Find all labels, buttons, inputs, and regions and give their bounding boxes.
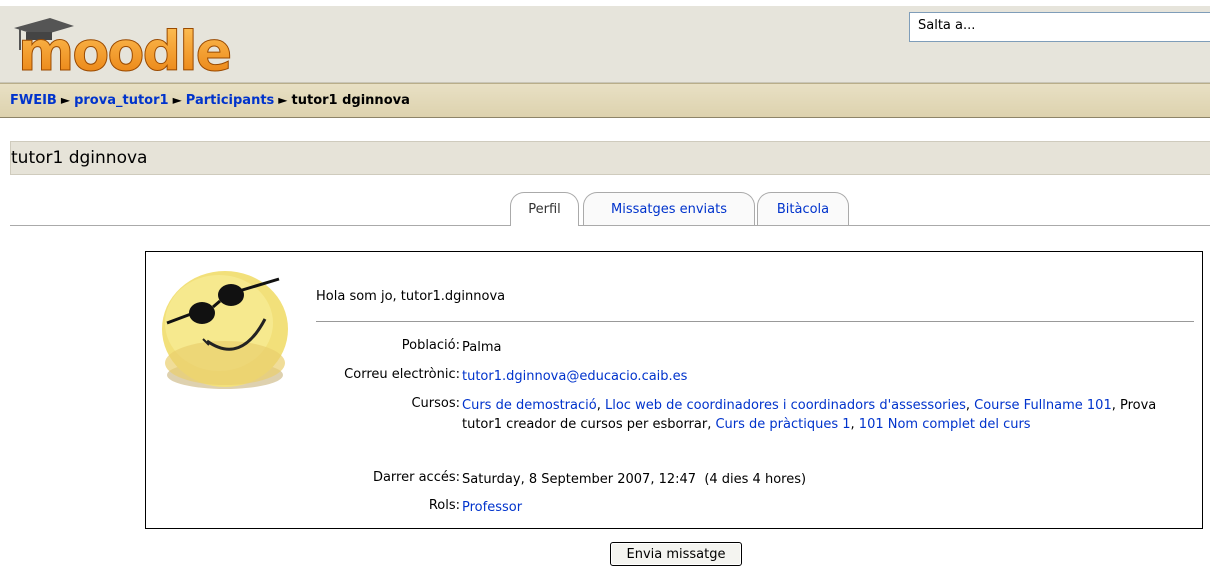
courses-label: Cursos:: [411, 396, 460, 411]
last-access-value: Saturday, 8 September 2007, 12:47 (4 die…: [462, 472, 807, 487]
send-message-button[interactable]: Envia missatge: [610, 542, 742, 566]
course-link[interactable]: Course Fullname 101: [974, 398, 1112, 413]
breadcrumb-separator: ►: [60, 93, 71, 107]
breadcrumb: FWEIB ► prova_tutor1 ► Participants ► tutor1 d…: [10, 93, 410, 108]
breadcrumb-separator: ►: [278, 93, 288, 107]
tab-bitacola-label[interactable]: Bitàcola: [777, 202, 829, 217]
breadcrumb-separator: ►: [172, 93, 182, 107]
courses-list: Curs de demostració, Lloc web de coordin…: [462, 398, 1157, 432]
breadcrumb-participants-link[interactable]: Participants: [186, 93, 274, 108]
tab-divider: [10, 225, 1210, 226]
tab-perfil-label: Perfil: [528, 202, 561, 217]
breadcrumb-current: tutor1 dginnova: [291, 93, 410, 108]
breadcrumb-home-link[interactable]: FWEIB: [10, 93, 57, 108]
navbar: FWEIB ► prova_tutor1 ► Participants ► tutor1 d…: [0, 83, 1210, 118]
role-link[interactable]: Professor: [462, 500, 522, 515]
course-link[interactable]: Lloc web de coordinadores i coordinadors…: [605, 398, 966, 413]
city-value: Palma: [462, 340, 502, 355]
tab-missatges-enviats-label[interactable]: Missatges enviats: [611, 202, 727, 217]
tab-perfil[interactable]: Perfil: [510, 192, 579, 226]
city-label: Població:: [401, 338, 460, 353]
course-link[interactable]: Curs de pràctiques 1: [715, 417, 850, 432]
jump-to-menu[interactable]: Salta a...: [909, 12, 1210, 42]
tab-bitacola[interactable]: Bitàcola: [757, 192, 849, 225]
logo-text: moodle: [18, 20, 231, 76]
breadcrumb-course-link[interactable]: prova_tutor1: [74, 93, 168, 108]
moodle-logo[interactable]: moodle: [12, 14, 292, 76]
email-link[interactable]: tutor1.dginnova@educacio.caib.es: [462, 369, 687, 384]
page-header: moodle Salta a...: [0, 6, 1210, 83]
tab-missatges-enviats[interactable]: Missatges enviats: [583, 192, 755, 225]
page-title: tutor1 dginnova: [11, 148, 148, 168]
course-link[interactable]: 101 Nom complet del curs: [859, 417, 1031, 432]
roles-label: Rols:: [428, 498, 460, 513]
page-title-bar: tutor1 dginnova: [10, 141, 1210, 175]
last-access-label: Darrer accés:: [372, 470, 460, 485]
profile-box: Hola som jo, tutor1.dginnova Població: P…: [145, 251, 1203, 529]
course-link[interactable]: Curs de demostració: [462, 398, 597, 413]
profile-divider: [316, 321, 1194, 322]
email-label: Correu electrònic:: [344, 367, 460, 382]
profile-description: Hola som jo, tutor1.dginnova: [316, 289, 506, 304]
